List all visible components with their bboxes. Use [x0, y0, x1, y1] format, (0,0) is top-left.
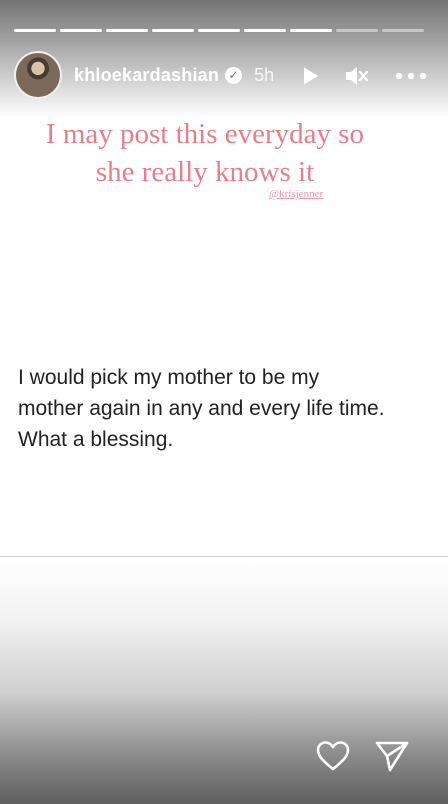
- body-line: mother again in any and every life time.: [18, 397, 385, 420]
- mute-icon[interactable]: [342, 62, 370, 90]
- username[interactable]: khloekardashian: [74, 65, 219, 86]
- title-line: I may post this everyday so: [45, 118, 365, 150]
- post-time: 5h: [254, 64, 275, 85]
- body-line: What a blessing.: [18, 428, 174, 451]
- send-icon[interactable]: [372, 736, 412, 776]
- verified-badge-icon: ✓: [225, 66, 243, 84]
- story-title: I may post this everyday so she really k…: [0, 115, 410, 191]
- more-icon[interactable]: [395, 62, 427, 90]
- body-line: I would pick my mother to be my: [18, 366, 320, 389]
- credit-mention[interactable]: @krisjenner: [269, 188, 323, 200]
- progress-segment: [290, 29, 332, 32]
- story-progress-bar: [14, 29, 424, 32]
- play-icon[interactable]: [296, 62, 324, 90]
- story-viewer: khloekardashian ✓ 5h I may post this eve…: [0, 0, 448, 804]
- story-body-text: I would pick my mother to be my mother a…: [18, 362, 438, 455]
- title-line: she really knows it: [95, 156, 315, 188]
- heart-icon[interactable]: [313, 736, 353, 776]
- progress-segment: [106, 29, 148, 32]
- progress-segment: [382, 29, 424, 32]
- avatar[interactable]: [14, 51, 62, 99]
- progress-segment: [60, 29, 102, 32]
- progress-segment: [244, 29, 286, 32]
- story-header: khloekardashian ✓ 5h: [14, 50, 434, 100]
- progress-segment: [14, 29, 56, 32]
- progress-segment: [336, 29, 378, 32]
- progress-segment: [198, 29, 240, 32]
- progress-segment: [152, 29, 194, 32]
